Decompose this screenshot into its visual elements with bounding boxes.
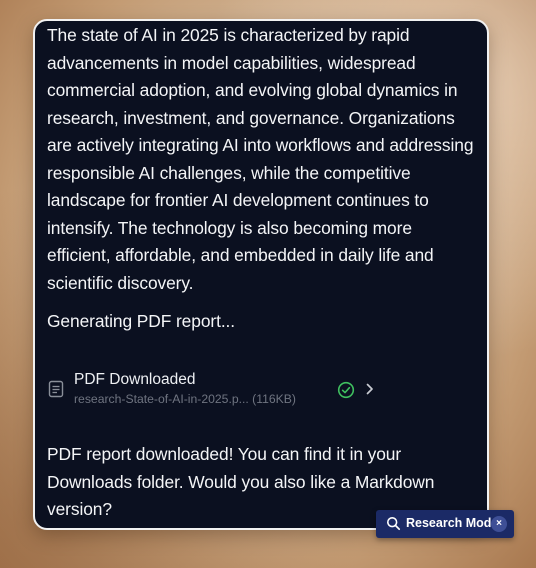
chat-panel: The state of AI in 2025 is characterized… bbox=[33, 19, 489, 530]
chevron-right-icon[interactable] bbox=[364, 381, 376, 397]
pdf-download-card[interactable]: PDF Downloaded research-State-of-AI-in-2… bbox=[45, 369, 373, 409]
check-circle-icon bbox=[337, 381, 355, 399]
search-icon bbox=[386, 516, 401, 531]
assistant-summary-message: The state of AI in 2025 is characterized… bbox=[47, 25, 474, 293]
generating-status-message: Generating PDF report... bbox=[47, 311, 236, 331]
research-mode-pill[interactable]: Research Mode × bbox=[376, 510, 514, 538]
research-mode-label: Research Mode bbox=[406, 516, 499, 530]
file-name-size: research-State-of-AI-in-2025.p... (116KB… bbox=[74, 392, 296, 406]
close-research-mode-button[interactable]: × bbox=[491, 516, 507, 532]
file-title: PDF Downloaded bbox=[74, 371, 196, 388]
document-icon bbox=[48, 380, 64, 398]
